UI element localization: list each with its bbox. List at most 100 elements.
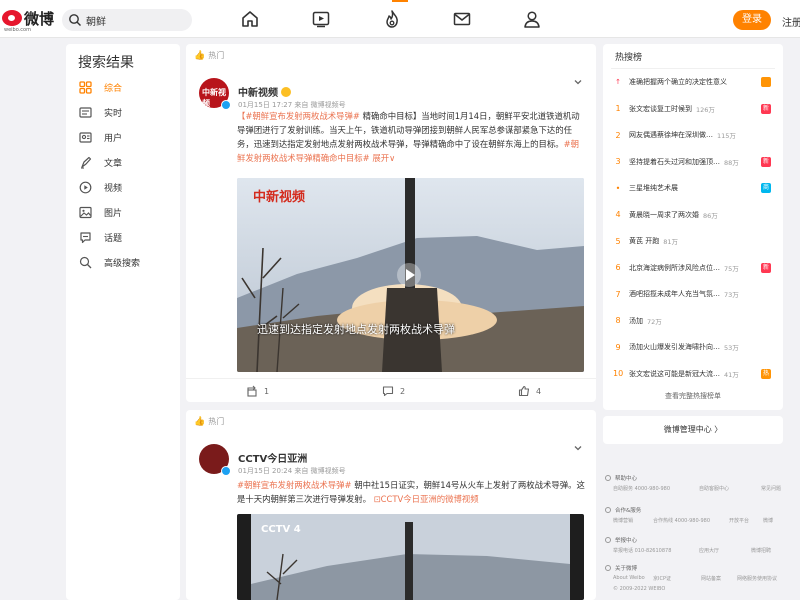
logo-subtext: weibo.com	[4, 27, 31, 33]
hot-search-item[interactable]: • 三星堆纯艺术展 商	[613, 180, 773, 196]
hot-search-word: 黄芪 开跑	[629, 237, 660, 245]
footer-heading: 关于微博	[615, 566, 638, 572]
hot-search-item[interactable]: 10 张文宏说这可能是新冠大流… 41万 热	[613, 366, 773, 382]
footer-link[interactable]: About Weibo	[613, 575, 645, 581]
hashtag-link[interactable]: 【#朝鲜宣布发射两枚战术导弹#	[237, 111, 360, 121]
hot-search-word: 张文宏谈复工时候到	[629, 104, 692, 113]
footer-section: 帮助中心 自助服务 4000-980-980 自助客服中心 常见问题	[605, 474, 785, 493]
video-player[interactable]: CCTV 4	[237, 514, 584, 600]
footer-link[interactable]: 京ICP证	[653, 575, 671, 582]
hot-tag-label: 热门	[208, 417, 225, 426]
register-link[interactable]: 注册	[782, 14, 800, 29]
copyright: © 2009-2022 WEIBO	[613, 586, 666, 592]
post-meta: 01月15日 20:24 来自 微博视频号	[238, 467, 346, 475]
footer-link[interactable]: 自助服务 4000-980-980	[613, 485, 670, 492]
hot-fire-icon[interactable]	[382, 9, 402, 29]
play-icon[interactable]	[397, 263, 421, 287]
grid-icon	[78, 80, 92, 94]
hot-search-word: 准确把握两个确立的决定性意义	[629, 78, 727, 86]
hot-search-rank: 9	[615, 342, 621, 352]
footer-link[interactable]: 开放平台	[729, 517, 749, 524]
video-watermark: 中新视频	[253, 190, 306, 205]
view-full-hot-list-link[interactable]: 查看完整热搜榜单	[603, 391, 783, 401]
realtime-icon	[78, 105, 92, 119]
footer-link[interactable]: 网站备案	[701, 575, 721, 582]
like-button[interactable]: 4	[518, 385, 541, 397]
hot-search-item[interactable]: 6 北京海淀病例所涉风险点位… 75万 新	[613, 260, 773, 276]
divider	[611, 68, 775, 69]
hot-search-rank: •	[615, 183, 621, 193]
search-icon[interactable]	[68, 13, 82, 27]
feed-card: 👍 热门 CCTV今日亚洲 01月15日 20:24 来自 微博视频号 #朝鲜宣…	[186, 410, 596, 600]
hot-search-item[interactable]: 9 汤加火山爆发引发海啸扑向… 53万	[613, 339, 773, 355]
hot-search-item[interactable]: 4 黄晨晓一周求了两次婚 86万	[613, 207, 773, 223]
hot-search-item[interactable]: 2 网友偶遇蔡徐坤在深圳做… 115万	[613, 127, 773, 143]
sidebar-item-topics[interactable]: 话题	[76, 226, 176, 248]
footer-link[interactable]: 自助客服中心	[699, 485, 729, 492]
footer-link[interactable]: 应用大厅	[699, 547, 719, 554]
footer-link[interactable]: 微博	[763, 517, 773, 524]
chevron-down-icon[interactable]	[572, 442, 584, 454]
video-icon[interactable]	[311, 9, 331, 29]
footer-link[interactable]: 举报电话 010-82610878	[613, 547, 671, 554]
footer-link[interactable]: 网络服务使用协议	[737, 575, 777, 582]
sidebar-item-label: 实时	[104, 108, 123, 119]
sidebar-item-images[interactable]: 图片	[76, 201, 176, 223]
hot-search-item[interactable]: 7 酒吧招揽未成年人充当气氛… 73万	[613, 286, 773, 302]
footer-link[interactable]: 微博招聘	[751, 547, 771, 554]
footer-link[interactable]: 合作热线 4000-980-980	[653, 517, 710, 524]
sidebar-item-videos[interactable]: 视频	[76, 176, 176, 198]
video-link[interactable]: ⊡CCTV今日亚洲的微博视频	[371, 494, 479, 504]
hot-search-word: 网友偶遇蔡徐坤在深圳做…	[629, 131, 713, 139]
footer-link[interactable]: 常见问题	[761, 485, 781, 492]
video-player[interactable]: 中新视频 迅速到达指定发射地点发射两枚战术导弹	[237, 178, 584, 372]
repost-button[interactable]: 1	[246, 385, 269, 397]
login-button[interactable]: 登录	[733, 10, 771, 30]
feed-card: 👍 热门 中新视频 中新视频 01月15日 17:27 来自 微博视频号 【#朝…	[186, 44, 596, 402]
hot-search-item[interactable]: 3 坚持提着石头过河和加强顶… 88万 新	[613, 154, 773, 170]
logo-text: 微博	[24, 10, 55, 28]
sidebar-item-articles[interactable]: 文章	[76, 151, 176, 173]
sidebar-item-advanced-search[interactable]: 高级搜索	[76, 251, 176, 273]
author-name[interactable]: 中新视频	[238, 84, 291, 99]
author-name[interactable]: CCTV今日亚洲	[238, 450, 307, 465]
hot-search-word: 汤加	[629, 316, 643, 325]
footer-heading: 合作&服务	[615, 508, 642, 514]
hot-search-rank: 2	[615, 130, 621, 140]
post-text: #朝鲜宣布发射两枚战术导弹# 朝中社15日证实，朝鲜14号从火车上发射了两枚战术…	[237, 478, 585, 506]
chevron-down-icon[interactable]	[572, 76, 584, 88]
nav-active-indicator	[392, 0, 408, 2]
hot-search-item[interactable]: 8 汤加 72万	[613, 313, 773, 329]
weibo-logo[interactable]: 微博 weibo.com	[0, 6, 60, 34]
profile-icon[interactable]	[522, 9, 542, 29]
hot-search-word: 坚持提着石头过河和加强顶…	[629, 157, 720, 166]
verified-badge-icon	[221, 466, 231, 476]
hot-search-rank: 8	[615, 316, 621, 325]
hot-search-item[interactable]: ↑ 准确把握两个确立的决定性意义	[613, 74, 773, 90]
hot-search-rank: 3	[615, 157, 621, 166]
footer-section: 合作&服务 微博营销 合作热线 4000-980-980 开放平台 微博	[605, 506, 785, 525]
weibo-management-center-link[interactable]: 微博管理中心 〉	[603, 416, 783, 444]
sidebar-item-comprehensive[interactable]: 综合	[76, 76, 176, 98]
search-input[interactable]	[86, 12, 186, 28]
sidebar-item-users[interactable]: 用户	[76, 126, 176, 148]
hot-search-item[interactable]: 5 黄芪 开跑 81万	[613, 233, 773, 249]
hot-search-word: 黄晨晓一周求了两次婚	[629, 210, 699, 219]
message-icon[interactable]	[452, 9, 472, 29]
hashtag-link[interactable]: #朝鲜宣布发射两枚战术导弹#	[237, 480, 352, 490]
expand-link[interactable]: 展开∨	[370, 153, 395, 163]
hot-search-count: 53万	[724, 344, 739, 352]
weibo-eye-icon	[2, 10, 22, 26]
sidebar-item-label: 文章	[104, 158, 123, 169]
sidebar-item-label: 图片	[104, 208, 123, 219]
footer-link[interactable]: 微博营销	[613, 517, 633, 524]
home-icon[interactable]	[240, 9, 260, 29]
footer-section: 关于微博 About Weibo 京ICP证 网站备案 网络服务使用协议 © 2…	[605, 564, 785, 592]
sidebar-item-realtime[interactable]: 实时	[76, 101, 176, 123]
hot-search-count: 41万	[724, 370, 739, 379]
hot-search-item[interactable]: 1 张文宏谈复工时候到 126万 新	[613, 101, 773, 117]
search-box[interactable]	[62, 9, 192, 31]
user-icon	[78, 130, 92, 144]
comment-button[interactable]: 2	[382, 385, 405, 397]
video-play-icon	[78, 180, 92, 194]
